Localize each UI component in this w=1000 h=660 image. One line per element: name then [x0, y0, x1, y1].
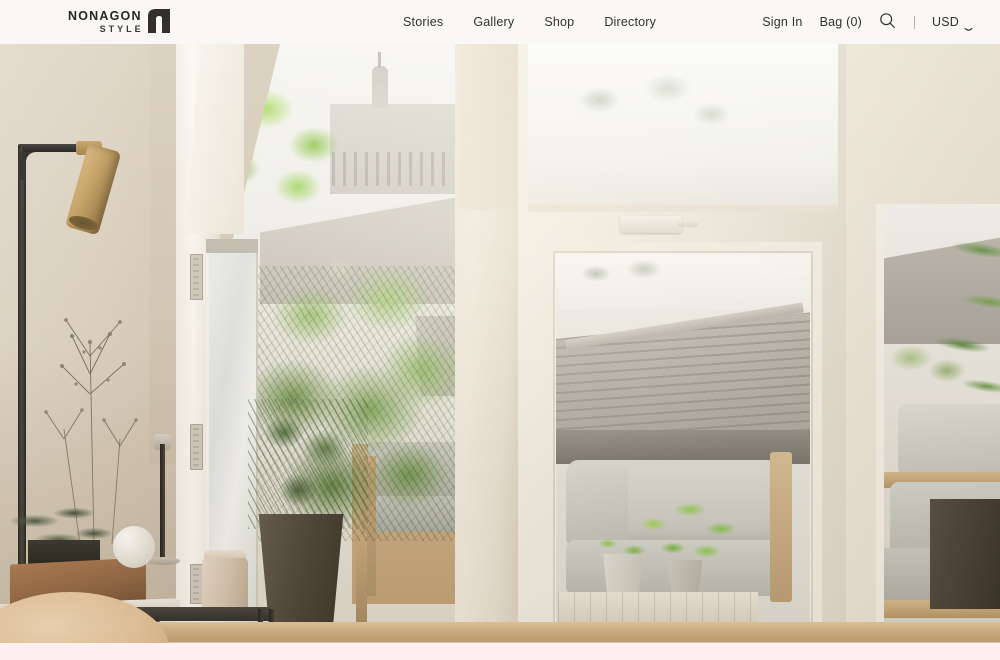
- site-header: NONAGON STYLE Stories Gallery Shop Direc…: [0, 0, 1000, 44]
- nav-item-gallery[interactable]: Gallery: [473, 15, 514, 29]
- header-divider: [914, 15, 915, 29]
- window-handle: [620, 216, 699, 233]
- currency-selector[interactable]: USD: [932, 15, 973, 31]
- pillar-upper: [458, 44, 520, 209]
- wood-threshold: [60, 622, 1000, 643]
- nav-item-directory[interactable]: Directory: [604, 15, 656, 29]
- terrace-sofa-leg: [356, 534, 367, 624]
- right-dark-planter: [930, 499, 1000, 609]
- header-utilities: Sign In Bag (0) USD: [762, 0, 973, 44]
- glass-door-head: [206, 239, 258, 253]
- chevron-down-icon: [964, 20, 973, 31]
- view-tree-canopy: [566, 256, 686, 300]
- ceramic-jar: [202, 558, 248, 614]
- building-windows: [332, 152, 452, 186]
- page-root: NONAGON STYLE Stories Gallery Shop Direc…: [0, 0, 1000, 660]
- door-hinge-mid: [190, 424, 203, 470]
- nav-item-stories[interactable]: Stories: [403, 15, 443, 29]
- hero-image[interactable]: [0, 44, 1000, 643]
- view-table-slats: [558, 592, 758, 626]
- logo-name-top: NONAGON: [68, 8, 142, 23]
- currency-label: USD: [932, 15, 959, 29]
- foreground-pot-foliage: [248, 399, 368, 529]
- bag-link[interactable]: Bag (0): [820, 15, 862, 29]
- logo-wordmark: NONAGON STYLE: [68, 8, 144, 35]
- search-button[interactable]: [879, 13, 897, 31]
- far-view-cushion-upper: [898, 404, 1000, 476]
- sign-in-link[interactable]: Sign In: [762, 15, 802, 29]
- view-sofa-wood-arm: [770, 452, 792, 602]
- nonagon-arch-mark-icon: [146, 8, 172, 34]
- skylight-foliage: [560, 66, 740, 166]
- candle-holder-stem: [160, 444, 165, 562]
- search-icon: [879, 12, 896, 32]
- logo-name-bottom: STYLE: [99, 24, 144, 34]
- footer-band: [0, 643, 1000, 660]
- hero-scene: [0, 44, 1000, 643]
- site-logo[interactable]: NONAGON STYLE: [68, 8, 172, 34]
- nav-item-shop[interactable]: Shop: [544, 15, 574, 29]
- door-hinge-top: [190, 254, 203, 300]
- right-window-view: [556, 254, 810, 626]
- ceramic-sphere: [113, 526, 155, 568]
- main-navigation: Stories Gallery Shop Directory: [403, 0, 656, 44]
